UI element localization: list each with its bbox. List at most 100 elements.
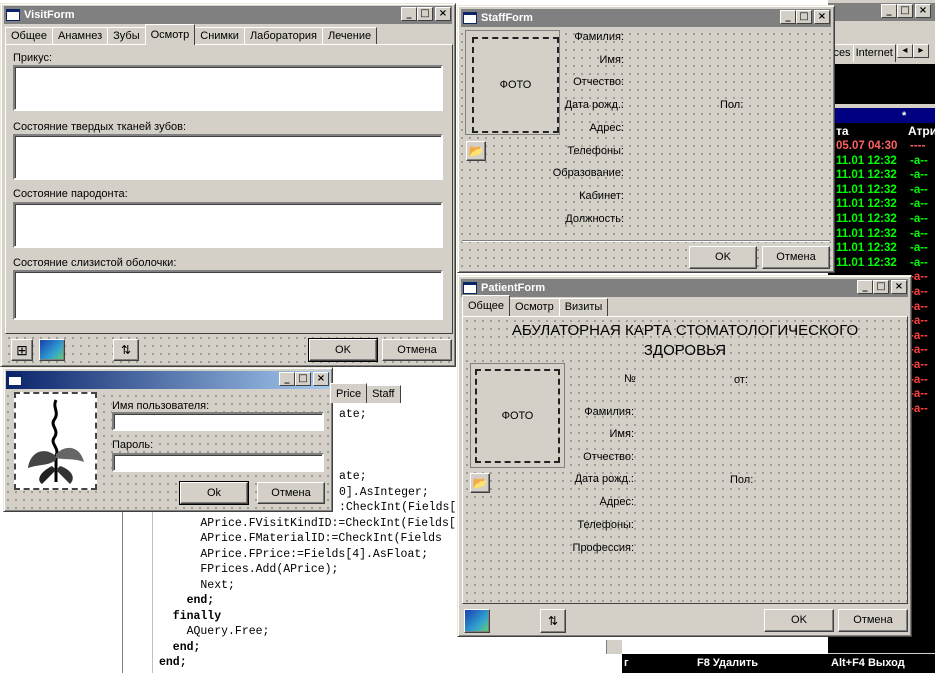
staff-cancel-button[interactable]: Отмена xyxy=(762,246,830,269)
code-line: ate; xyxy=(339,408,367,421)
code-line: end; xyxy=(159,640,201,654)
visit-cancel-button[interactable]: Отмена xyxy=(382,339,452,361)
visit-form-titlebar: VisitForm _ □ × xyxy=(4,6,452,24)
patient-open-folder-icon[interactable]: 📂 xyxy=(470,473,490,493)
minimize-icon[interactable]: _ xyxy=(857,280,873,294)
fm-date: 05.07 04:30 xyxy=(836,140,898,152)
maximize-icon[interactable]: □ xyxy=(417,7,433,21)
fm-date: 11.01 12:32 xyxy=(836,183,897,196)
code-line: ate; xyxy=(339,470,367,483)
login-form-titlebar: _ □ × xyxy=(6,371,330,389)
fm-panel xyxy=(828,64,935,104)
visit-tabs: Общее Анамнез Зубы Осмотр Снимки Лаборатория Л… xyxy=(5,24,378,45)
visit-tab-2[interactable]: Зубы xyxy=(107,27,146,45)
fm-tabs: ices Internet ◂ ▸ xyxy=(828,44,929,62)
tab-scroll-left-icon[interactable]: ◂ xyxy=(896,44,913,58)
patient-heading-line1: АБУЛАТОРНАЯ КАРТА СТОМАТОЛОГИЧЕСКОГО xyxy=(511,322,859,339)
form-icon xyxy=(463,12,477,24)
minimize-icon[interactable]: _ xyxy=(279,372,295,386)
login-ok-button[interactable]: Ok xyxy=(179,481,249,505)
visit-ok-button[interactable]: OK xyxy=(308,338,378,362)
fm-attr: -a-- xyxy=(910,286,928,298)
visit-db-icon[interactable] xyxy=(39,339,65,361)
fm-f8-label[interactable]: F8 Удалить xyxy=(697,657,758,669)
patient-label: Телефоны: xyxy=(577,519,634,531)
fm-date: 11.01 12:32 xyxy=(836,242,897,255)
editor-tab-price[interactable]: Price xyxy=(330,383,368,403)
visit-form-window: VisitForm _ □ × Общее Анамнез Зубы Осмотр Сним… xyxy=(0,3,456,367)
login-user-input[interactable] xyxy=(112,412,324,431)
patient-label: Адрес: xyxy=(599,496,634,508)
fm-attr: -a-- xyxy=(910,154,928,167)
fm-scrollbar[interactable] xyxy=(606,640,622,654)
visit-lookup-icon[interactable]: ⊞ xyxy=(11,339,33,361)
patient-tab-2[interactable]: Визиты xyxy=(558,298,609,316)
close-icon[interactable]: × xyxy=(915,4,931,18)
minimize-icon[interactable]: _ xyxy=(881,4,897,18)
editor-tab-staff[interactable]: Staff xyxy=(366,385,401,403)
code-line: APrice.FPrice:=Fields[4].AsFloat; xyxy=(159,547,429,561)
patient-label-gender: Пол: xyxy=(730,474,754,486)
minimize-icon[interactable]: _ xyxy=(401,7,417,21)
close-icon[interactable]: × xyxy=(891,280,907,294)
login-cancel-button[interactable]: Отмена xyxy=(257,482,325,504)
patient-cancel-button[interactable]: Отмена xyxy=(838,609,908,632)
staff-form-titlebar: StaffForm _ □ × xyxy=(461,9,831,27)
fm-attr: -a-- xyxy=(910,344,928,357)
maximize-icon[interactable]: □ xyxy=(897,4,913,18)
maximize-icon[interactable]: □ xyxy=(796,10,812,24)
visit-tab-5[interactable]: Лаборатория xyxy=(243,27,323,45)
maximize-icon[interactable]: □ xyxy=(295,372,311,386)
staff-ok-button[interactable]: OK xyxy=(689,246,757,269)
visit-transfer-icon[interactable]: ⇅ xyxy=(113,339,139,361)
staff-label: Адрес: xyxy=(589,121,624,134)
form-icon xyxy=(6,9,20,21)
fm-attr: -a-- xyxy=(910,183,928,196)
fm-attr: -a-- xyxy=(910,300,928,313)
patient-ok-button[interactable]: OK xyxy=(764,609,834,632)
fm-attr: -a-- xyxy=(910,402,928,415)
visit-tab-0[interactable]: Общее xyxy=(5,27,54,45)
fm-date: 11.01 12:32 xyxy=(836,213,897,225)
fm-attr: -a-- xyxy=(910,169,928,182)
form-icon xyxy=(8,374,22,386)
staff-open-folder-icon[interactable]: 📂 xyxy=(466,141,486,161)
patient-tab-1[interactable]: Осмотр xyxy=(509,298,560,316)
patient-tab-0[interactable]: Общее xyxy=(462,295,511,316)
patient-db-icon[interactable] xyxy=(464,609,490,633)
code-line: AQuery.Free; xyxy=(159,625,270,638)
staff-label: Дата рожд.: xyxy=(564,99,624,112)
patient-transfer-icon[interactable]: ⇅ xyxy=(540,609,566,633)
editor-tabs: Price Staff xyxy=(330,383,401,403)
login-image-frame xyxy=(14,392,97,490)
fm-date: 11.01 12:32 xyxy=(836,227,897,240)
patient-heading-line2: ЗДОРОВЬЯ xyxy=(643,342,727,359)
login-pass-input[interactable] xyxy=(112,453,324,472)
fm-tab-internet[interactable]: Internet xyxy=(852,44,896,62)
code-line: :CheckInt(Fields[1 xyxy=(339,501,464,514)
visit-label-periodont: Состояние пародонта: xyxy=(13,188,128,200)
visit-tab-3[interactable]: Осмотр xyxy=(144,24,196,45)
maximize-icon[interactable]: □ xyxy=(873,280,889,294)
visit-tab-6[interactable]: Лечение xyxy=(321,27,378,45)
close-icon[interactable]: × xyxy=(435,7,451,21)
close-icon[interactable]: × xyxy=(814,10,830,24)
patient-form-title: PatientForm xyxy=(481,282,546,294)
fm-attr: -a-- xyxy=(910,373,928,386)
code-line: FPrices.Add(APrice); xyxy=(159,563,339,576)
visit-bite-memo[interactable] xyxy=(13,65,443,111)
fm-alt-f4-label[interactable]: Alt+F4 Выход xyxy=(831,657,905,669)
tab-scroll-right-icon[interactable]: ▸ xyxy=(912,44,929,58)
code-line: end; xyxy=(159,656,187,669)
patient-label: Отчество: xyxy=(583,451,634,463)
visit-hard-tissue-memo[interactable] xyxy=(13,134,443,180)
patient-label-from: от: xyxy=(734,374,748,386)
plant-logo-icon xyxy=(28,399,84,484)
visit-tab-4[interactable]: Снимки xyxy=(194,27,245,45)
visit-tab-1[interactable]: Анамнез xyxy=(52,27,109,45)
fm-date: 11.01 12:32 xyxy=(836,256,897,269)
visit-periodont-memo[interactable] xyxy=(13,202,443,248)
minimize-icon[interactable]: _ xyxy=(780,10,796,24)
visit-mucosa-memo[interactable] xyxy=(13,270,443,320)
close-icon[interactable]: × xyxy=(313,372,329,386)
